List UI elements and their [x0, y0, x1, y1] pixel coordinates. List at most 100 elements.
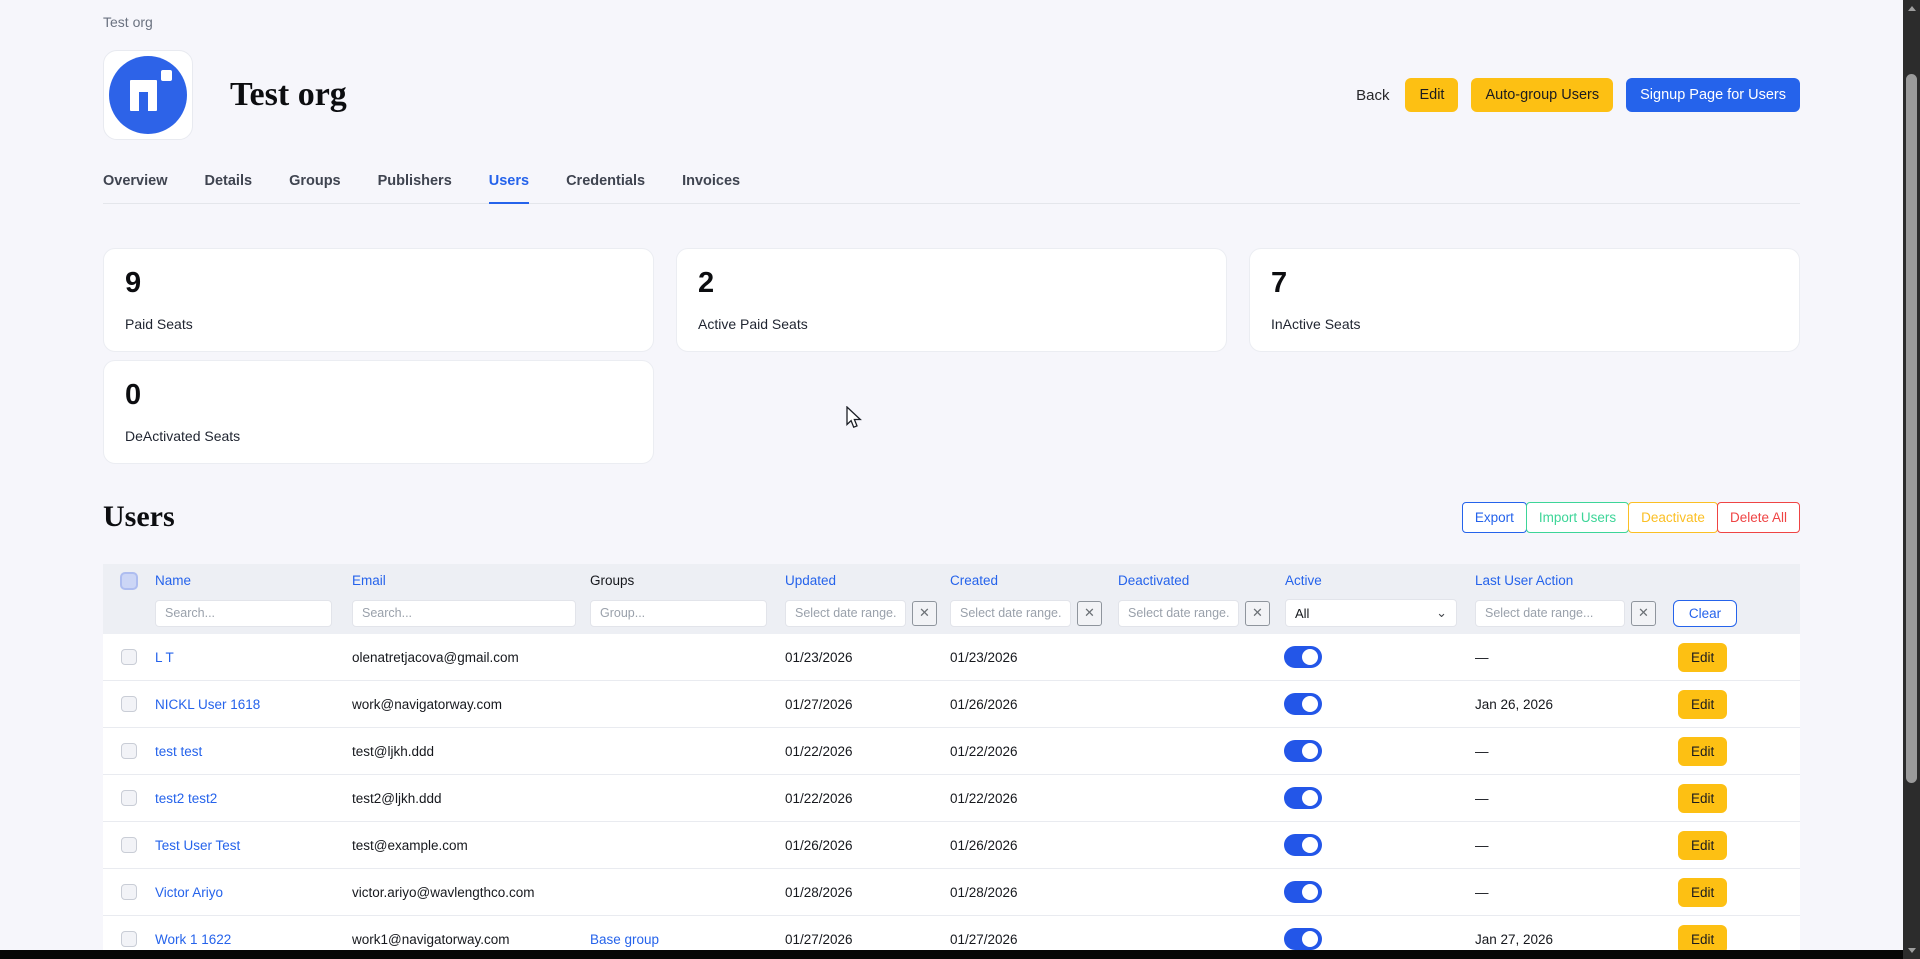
user-group-link[interactable]: Base group — [590, 932, 659, 947]
edit-user-button[interactable]: Edit — [1678, 643, 1727, 672]
user-created: 01/23/2026 — [940, 650, 1108, 665]
row-checkbox[interactable] — [121, 884, 137, 900]
tab-users[interactable]: Users — [489, 173, 529, 204]
clear-filters-button[interactable]: Clear — [1673, 600, 1737, 627]
user-email: test2@ljkh.ddd — [342, 791, 580, 806]
column-header-groups: Groups — [580, 573, 775, 588]
table-row: Victor Ariyo victor.ariyo@wavlengthco.co… — [103, 869, 1800, 916]
table-header-row: Name Email Groups Updated Created Deacti… — [103, 564, 1800, 597]
tab-credentials[interactable]: Credentials — [566, 173, 645, 203]
user-name-link[interactable]: test2 test2 — [155, 791, 217, 806]
stat-label: DeActivated Seats — [125, 428, 632, 444]
column-header-updated[interactable]: Updated — [775, 573, 940, 588]
edit-user-button[interactable]: Edit — [1678, 878, 1727, 907]
active-toggle[interactable] — [1284, 787, 1322, 809]
edit-user-button[interactable]: Edit — [1678, 737, 1727, 766]
user-last-action: — — [1465, 650, 1670, 665]
tab-groups[interactable]: Groups — [289, 173, 341, 203]
scrollbar-thumb[interactable] — [1906, 74, 1917, 783]
table-body: L T olenatretjacova@gmail.com 01/23/2026… — [103, 634, 1800, 959]
scrollbar-up-arrow-icon[interactable] — [1903, 0, 1920, 17]
chevron-down-icon: ⌄ — [1436, 608, 1447, 618]
active-toggle[interactable] — [1284, 881, 1322, 903]
column-header-last-action[interactable]: Last User Action — [1465, 573, 1670, 588]
autogroup-users-button[interactable]: Auto-group Users — [1471, 78, 1613, 112]
user-updated: 01/27/2026 — [775, 932, 940, 947]
active-toggle[interactable] — [1284, 740, 1322, 762]
user-name-link[interactable]: Test User Test — [155, 838, 240, 853]
column-header-created[interactable]: Created — [940, 573, 1108, 588]
stat-paid-seats: 9 Paid Seats — [103, 248, 654, 352]
back-button[interactable]: Back — [1356, 87, 1389, 104]
table-row: test test test@ljkh.ddd 01/22/2026 01/22… — [103, 728, 1800, 775]
tab-details[interactable]: Details — [205, 173, 253, 203]
created-date-range-input[interactable] — [950, 600, 1071, 627]
stat-value: 9 — [125, 267, 632, 300]
row-checkbox[interactable] — [121, 743, 137, 759]
user-created: 01/22/2026 — [940, 744, 1108, 759]
stats-cards: 9 Paid Seats 2 Active Paid Seats 7 InAct… — [103, 248, 1800, 464]
active-toggle[interactable] — [1284, 834, 1322, 856]
row-checkbox[interactable] — [121, 696, 137, 712]
last-action-clear-x-button[interactable]: ✕ — [1631, 601, 1656, 626]
tab-invoices[interactable]: Invoices — [682, 173, 740, 203]
edit-user-button[interactable]: Edit — [1678, 831, 1727, 860]
user-updated: 01/22/2026 — [775, 744, 940, 759]
import-users-button[interactable]: Import Users — [1526, 502, 1629, 533]
vertical-scrollbar[interactable] — [1903, 0, 1920, 959]
user-name-link[interactable]: NICKL User 1618 — [155, 697, 260, 712]
signup-page-button[interactable]: Signup Page for Users — [1626, 78, 1800, 112]
email-search-input[interactable] — [352, 600, 576, 627]
edit-user-button[interactable]: Edit — [1678, 784, 1727, 813]
user-name-link[interactable]: test test — [155, 744, 202, 759]
created-clear-x-button[interactable]: ✕ — [1077, 601, 1102, 626]
tab-publishers[interactable]: Publishers — [378, 173, 452, 203]
scrollbar-down-arrow-icon[interactable] — [1903, 942, 1920, 959]
active-toggle[interactable] — [1284, 646, 1322, 668]
user-name-link[interactable]: L T — [155, 650, 174, 665]
column-header-name[interactable]: Name — [145, 573, 342, 588]
row-checkbox[interactable] — [121, 931, 137, 947]
deactivated-clear-x-button[interactable]: ✕ — [1245, 601, 1270, 626]
bottom-black-bar — [0, 950, 1903, 959]
user-name-link[interactable]: Victor Ariyo — [155, 885, 223, 900]
row-checkbox[interactable] — [121, 790, 137, 806]
breadcrumb[interactable]: Test org — [103, 14, 1800, 30]
org-logo-icon — [109, 56, 187, 134]
name-search-input[interactable] — [155, 600, 332, 627]
user-last-action: — — [1465, 744, 1670, 759]
tab-overview[interactable]: Overview — [103, 173, 168, 203]
user-last-action: Jan 27, 2026 — [1465, 932, 1670, 947]
last-action-date-range-input[interactable] — [1475, 600, 1625, 627]
user-updated: 01/23/2026 — [775, 650, 940, 665]
export-button[interactable]: Export — [1462, 502, 1527, 533]
column-header-active[interactable]: Active — [1275, 573, 1465, 588]
page-content: Test org Test org Back Edit Auto-group U… — [103, 0, 1800, 959]
edit-org-button[interactable]: Edit — [1405, 78, 1458, 112]
group-filter-input[interactable] — [590, 600, 767, 627]
delete-all-button[interactable]: Delete All — [1717, 502, 1800, 533]
row-checkbox[interactable] — [121, 649, 137, 665]
edit-user-button[interactable]: Edit — [1678, 690, 1727, 719]
stat-value: 0 — [125, 379, 632, 412]
updated-date-range-input[interactable] — [785, 600, 906, 627]
active-toggle[interactable] — [1284, 693, 1322, 715]
deactivated-date-range-input[interactable] — [1118, 600, 1239, 627]
column-header-email[interactable]: Email — [342, 573, 580, 588]
active-filter-select[interactable]: All ⌄ — [1285, 599, 1457, 627]
user-updated: 01/27/2026 — [775, 697, 940, 712]
users-table: Name Email Groups Updated Created Deacti… — [103, 564, 1800, 959]
column-header-deactivated[interactable]: Deactivated — [1108, 573, 1275, 588]
stat-label: InActive Seats — [1271, 316, 1778, 332]
user-created: 01/27/2026 — [940, 932, 1108, 947]
deactivate-button[interactable]: Deactivate — [1628, 502, 1718, 533]
select-all-checkbox[interactable] — [120, 572, 138, 590]
active-toggle[interactable] — [1284, 928, 1322, 950]
user-name-link[interactable]: Work 1 1622 — [155, 932, 231, 947]
users-heading: Users — [103, 500, 175, 534]
row-checkbox[interactable] — [121, 837, 137, 853]
updated-clear-x-button[interactable]: ✕ — [912, 601, 937, 626]
user-last-action: — — [1465, 885, 1670, 900]
user-updated: 01/28/2026 — [775, 885, 940, 900]
table-filter-row: ✕ ✕ ✕ All ⌄ ✕ Clear — [103, 597, 1800, 634]
